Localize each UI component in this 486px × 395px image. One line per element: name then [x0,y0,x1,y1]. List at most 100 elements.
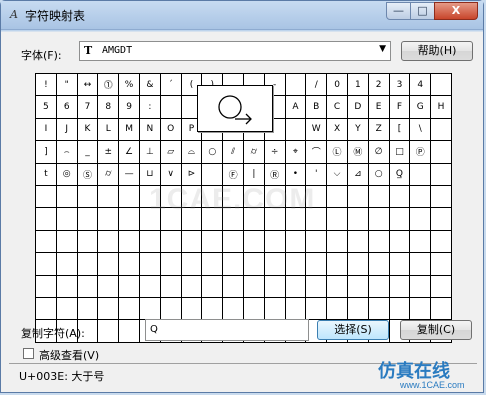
character-cell[interactable]: | [243,163,265,186]
character-cell[interactable]: ⌭ [243,141,265,164]
character-cell[interactable] [139,275,161,298]
character-cell[interactable] [306,253,328,276]
character-cell[interactable]: G [410,96,432,119]
character-cell[interactable] [347,230,369,254]
character-cell[interactable]: ∨ [160,163,182,186]
character-cell[interactable] [36,297,57,321]
character-cell[interactable]: 8 [98,96,120,119]
character-cell[interactable]: ⌭ [98,163,120,186]
character-cell[interactable]: 5 [36,96,57,119]
character-cell[interactable] [285,185,307,209]
character-cell[interactable] [202,230,224,254]
character-cell[interactable]: Z [368,118,390,142]
character-cell[interactable] [368,297,390,321]
character-cell[interactable]: Ⓜ [347,141,369,164]
character-cell[interactable]: 7 [77,96,99,119]
character-cell[interactable] [431,253,452,276]
character-cell[interactable]: _ [77,141,99,164]
character-cell[interactable] [431,297,452,321]
character-cell[interactable]: Ⓛ [327,141,348,164]
character-cell[interactable] [327,208,348,231]
character-cell[interactable]: 4 [410,74,432,97]
character-cell[interactable]: A [285,96,307,119]
character-cell[interactable] [431,74,452,97]
character-cell[interactable]: ⊿ [347,163,369,186]
character-cell[interactable]: ⌒ [306,141,328,164]
character-cell[interactable] [56,208,78,231]
character-cell[interactable] [285,118,307,142]
character-cell[interactable] [306,185,328,209]
character-cell[interactable] [160,96,182,119]
character-cell[interactable] [98,230,120,254]
character-cell[interactable] [327,185,348,209]
character-cell[interactable] [98,320,120,343]
character-cell[interactable] [181,297,203,321]
character-cell[interactable]: [ [389,118,411,142]
character-cell[interactable] [36,253,57,276]
character-cell[interactable]: " [56,74,78,97]
character-cell[interactable]: 1 [347,74,369,97]
character-cell[interactable]: 6 [56,96,78,119]
character-cell[interactable] [181,208,203,231]
character-cell[interactable] [285,297,307,321]
character-cell[interactable] [410,230,432,254]
character-cell[interactable] [119,230,140,254]
chevron-down-icon[interactable]: ▼ [379,44,386,54]
character-cell[interactable]: ◎ [56,163,78,186]
character-cell[interactable] [202,185,224,209]
character-cell[interactable] [202,163,224,186]
character-cell[interactable] [98,275,120,298]
character-cell[interactable] [36,208,57,231]
character-cell[interactable] [181,253,203,276]
character-cell[interactable] [36,275,57,298]
character-cell[interactable] [347,185,369,209]
select-button[interactable]: 选择(S) [317,320,389,340]
character-cell[interactable]: 2 [368,74,390,97]
character-cell[interactable] [410,297,432,321]
character-cell[interactable] [160,275,182,298]
minimize-button[interactable]: — [386,2,411,20]
character-cell[interactable]: E [368,96,390,119]
character-cell[interactable] [410,185,432,209]
character-cell[interactable] [77,297,99,321]
character-cell[interactable] [181,275,203,298]
character-cell[interactable] [264,208,286,231]
character-cell[interactable]: ⊔ [139,163,161,186]
title-bar[interactable]: A 字符映射表 — □ X [1,1,483,30]
character-cell[interactable]: ⓵ [98,74,120,97]
character-cell[interactable] [160,230,182,254]
character-cell[interactable] [431,118,452,142]
character-cell[interactable]: t [36,163,57,186]
character-cell[interactable] [119,275,140,298]
font-dropdown[interactable]: T AMGDT ▼ [79,41,391,61]
character-cell[interactable] [160,208,182,231]
character-cell[interactable]: — [119,163,140,186]
character-cell[interactable] [160,185,182,209]
character-cell[interactable]: / [306,74,328,97]
character-cell[interactable] [368,208,390,231]
character-cell[interactable] [306,275,328,298]
close-button[interactable]: X [434,2,478,20]
character-cell[interactable]: L [98,118,120,142]
character-cell[interactable] [285,275,307,298]
character-cell[interactable] [410,275,432,298]
character-cell[interactable] [160,253,182,276]
character-cell[interactable] [431,208,452,231]
character-cell[interactable] [285,253,307,276]
character-cell[interactable] [139,185,161,209]
character-cell[interactable]: ÷ [264,141,286,164]
character-cell[interactable] [56,185,78,209]
character-cell[interactable]: W [306,118,328,142]
character-cell[interactable] [389,185,411,209]
character-cell[interactable] [202,208,224,231]
character-cell[interactable]: ○ [368,163,390,186]
character-cell[interactable] [223,208,244,231]
character-cell[interactable]: ⫽ [223,141,244,164]
character-cell[interactable] [264,297,286,321]
character-cell[interactable] [264,275,286,298]
maximize-button[interactable]: □ [410,2,435,20]
character-cell[interactable]: \ [410,118,432,142]
character-cell[interactable] [98,297,120,321]
character-cell[interactable]: : [139,96,161,119]
character-cell[interactable]: ⌵ [327,163,348,186]
